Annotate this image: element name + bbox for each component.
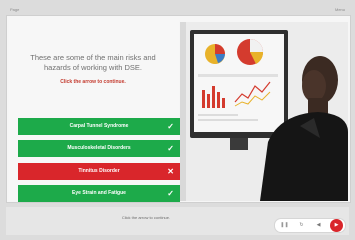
cross-icon: ✕: [167, 167, 174, 176]
player-footer: Click the arrow to continue. ❚❚ ↻ ◀ ▶: [6, 207, 349, 235]
next-icon[interactable]: ▶: [330, 219, 343, 232]
option-label: Carpal Tunnel Syndrome: [69, 123, 129, 129]
option-carpal-tunnel[interactable]: Carpal Tunnel Syndrome ✓: [18, 118, 180, 135]
monitor-illustration: [190, 30, 288, 150]
check-icon: ✓: [167, 122, 174, 131]
menu-link[interactable]: Menu: [335, 6, 345, 14]
footer-hint: Click the arrow to continue.: [121, 215, 171, 220]
office-worker-photo: [180, 22, 348, 201]
pause-icon[interactable]: ❚❚: [278, 219, 291, 232]
check-icon: ✓: [167, 144, 174, 153]
option-eye-strain[interactable]: Eye Strain and Fatigue ✓: [18, 185, 180, 202]
heading-line-1: These are some of the main risks and: [30, 53, 156, 62]
heading-line-2: hazards of working with DSE.: [44, 63, 142, 72]
option-tinnitus[interactable]: Tinnitus Disorder ✕: [18, 163, 180, 180]
option-label: Tinnitus Disorder: [78, 168, 120, 174]
player-controls: ❚❚ ↻ ◀ ▶: [274, 218, 346, 233]
instruction-text: Click the arrow to continue.: [60, 79, 126, 85]
replay-icon[interactable]: ↻: [295, 219, 308, 232]
option-label: Musculoskeletal Disorders: [67, 145, 131, 151]
window-title: Page: [10, 7, 20, 12]
window-titlebar: Page Menu: [6, 6, 349, 14]
option-label: Eye Strain and Fatigue: [72, 190, 126, 196]
option-musculoskeletal[interactable]: Musculoskeletal Disorders ✓: [18, 140, 180, 157]
slide-heading: These are some of the main risks and haz…: [14, 53, 172, 73]
check-icon: ✓: [167, 189, 174, 198]
back-icon[interactable]: ◀: [312, 219, 325, 232]
